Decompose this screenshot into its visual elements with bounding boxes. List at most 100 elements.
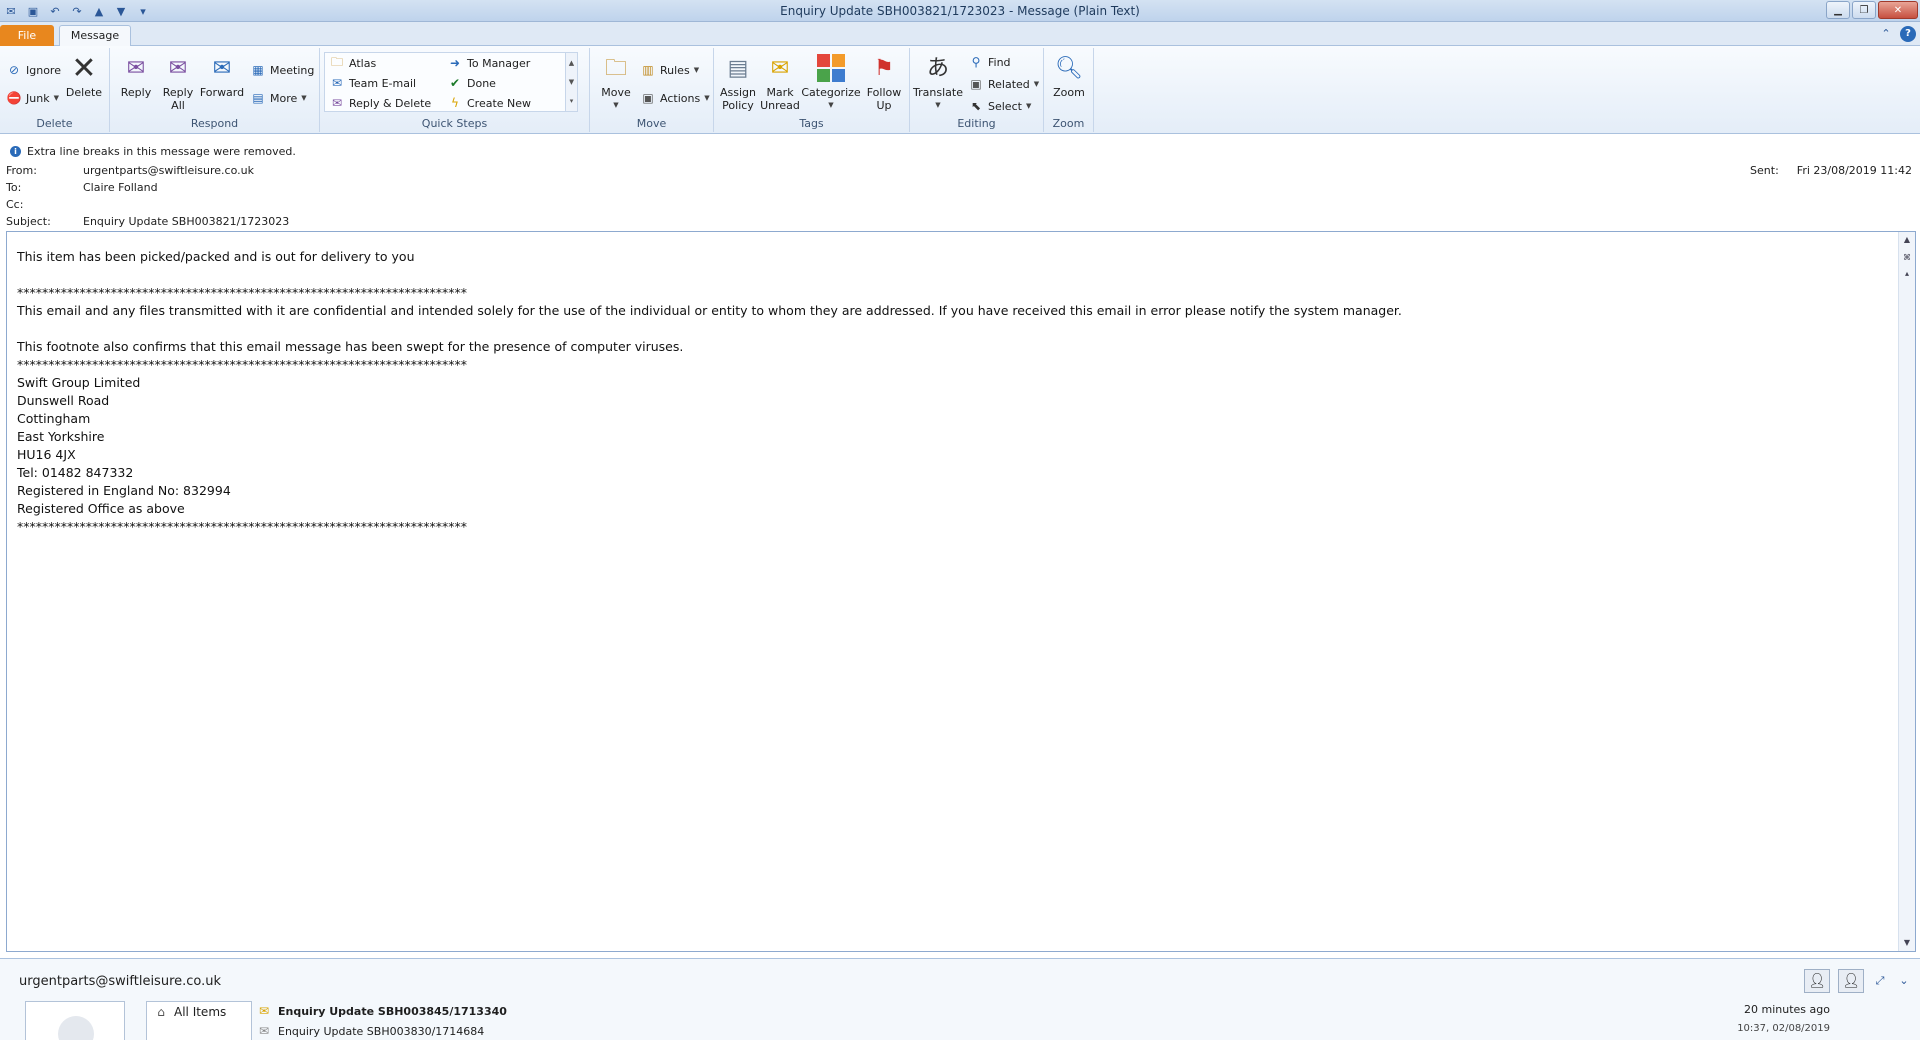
move-button[interactable]: 🗀 Move ▼ — [594, 52, 638, 112]
mark-label-2: Unread — [760, 99, 800, 112]
quick-step-label: Reply & Delete — [349, 96, 432, 110]
quick-step-team-email[interactable]: ✉ Team E-mail — [329, 73, 416, 93]
delete-button[interactable]: ✕ Delete — [62, 52, 106, 99]
reply-all-button[interactable]: ✉ Reply All — [156, 52, 200, 112]
group-tags: ▤ Assign Policy ✉ Mark Unread Categorize… — [714, 48, 910, 132]
categorize-button[interactable]: Categorize ▼ — [801, 52, 861, 112]
group-quick-steps: 🗀 Atlas ➜ To Manager ✉ Team E-mail ✔ Don… — [320, 48, 590, 132]
chevron-down-icon[interactable]: ⌄ — [1896, 973, 1912, 989]
vertical-scrollbar[interactable]: ▲ ⌘ ▴ ▼ — [1898, 232, 1915, 951]
people-pane: urgentparts@swiftleisure.co.uk ⌂ All Ite… — [0, 958, 1920, 1040]
list-item[interactable]: ✉ Enquiry Update SBH003845/1713340 — [256, 1002, 507, 1020]
help-icon[interactable]: ? — [1900, 26, 1916, 42]
body-line: This footnote also confirms that this em… — [17, 339, 684, 354]
follow-label-1: Follow — [866, 86, 902, 99]
all-items-filter[interactable]: ⌂ All Items — [147, 1002, 251, 1022]
scroll-up-small-icon[interactable]: ▴ — [1899, 266, 1915, 282]
body-line: ****************************************… — [17, 357, 467, 372]
body-line: Tel: 01482 847332 — [17, 465, 134, 480]
ignore-button[interactable]: ⊘ Ignore — [6, 60, 61, 80]
mark-unread-button[interactable]: ✉ Mark Unread — [758, 52, 802, 112]
move-label: Move — [601, 86, 631, 99]
chevron-down-icon: ▼ — [1025, 102, 1032, 110]
body-line: Cottingham — [17, 411, 91, 426]
calendar-icon: ▦ — [252, 63, 264, 77]
quick-step-to-manager[interactable]: ➜ To Manager — [447, 53, 530, 73]
from-value[interactable]: urgentparts@swiftleisure.co.uk — [83, 164, 254, 180]
message-body[interactable]: This item has been picked/packed and is … — [6, 231, 1916, 952]
tab-file[interactable]: File — [0, 25, 54, 46]
follow-up-button[interactable]: ⚑ Follow Up — [862, 52, 906, 112]
minimize-ribbon-icon[interactable]: ⌃ — [1878, 26, 1894, 42]
related-label: Related — [988, 77, 1030, 91]
restore-button[interactable]: ❐ — [1852, 1, 1876, 19]
zoom-button[interactable]: 🔍︎ Zoom — [1047, 52, 1091, 99]
assign-label-2: Policy — [722, 99, 754, 112]
people-pane-email[interactable]: urgentparts@swiftleisure.co.uk — [19, 974, 221, 989]
zoom-label: Zoom — [1053, 86, 1085, 99]
forward-button[interactable]: ✉ Forward — [200, 52, 244, 99]
bookmark-icon[interactable]: ⌘ — [1899, 250, 1915, 266]
expand-gallery-icon[interactable]: ▾ — [566, 97, 577, 105]
to-row: To: Claire Folland — [6, 181, 158, 197]
find-label: Find — [988, 55, 1011, 69]
more-icon: ▤ — [252, 91, 264, 105]
group-move: 🗀 Move ▼ ▥ Rules ▼ ▣ Actions ▼ Move — [590, 48, 714, 132]
lightning-icon: ϟ — [451, 96, 459, 110]
scroll-up-icon[interactable]: ▲ — [566, 59, 577, 67]
people-pane-controls: 👤︎ 👤︎ ⤢ ⌄ — [1804, 969, 1912, 993]
group-respond: ✉ Reply ✉ Reply All ✉ Forward ▦ Meeting … — [110, 48, 320, 132]
forward-icon: ✉ — [212, 55, 232, 81]
quick-steps-gallery: 🗀 Atlas ➜ To Manager ✉ Team E-mail ✔ Don… — [324, 52, 578, 112]
select-button[interactable]: ⬉ Select ▼ — [968, 96, 1031, 116]
group-label-tags: Tags — [799, 117, 824, 130]
expand-icon[interactable]: ⤢ — [1872, 973, 1888, 989]
tab-message[interactable]: Message — [59, 25, 131, 47]
scroll-up-icon[interactable]: ▲ — [1899, 232, 1915, 248]
scroll-down-icon[interactable]: ▼ — [1899, 935, 1915, 951]
actions-button[interactable]: ▣ Actions ▼ — [640, 88, 709, 108]
quick-step-label: Create New — [467, 96, 532, 110]
from-row: From: urgentparts@swiftleisure.co.uk — [6, 164, 254, 180]
group-label-quick-steps: Quick Steps — [421, 117, 488, 130]
chevron-down-icon: ▼ — [1033, 80, 1040, 88]
to-value[interactable]: Claire Folland — [83, 181, 158, 197]
sent-row: Sent: Fri 23/08/2019 11:42 — [1750, 164, 1912, 177]
item-subject: Enquiry Update SBH003830/1714684 — [278, 1024, 485, 1038]
chevron-down-icon: ▼ — [935, 101, 941, 109]
meeting-button[interactable]: ▦ Meeting — [250, 60, 314, 80]
list-item[interactable]: ✉ Enquiry Update SBH003830/1714684 — [256, 1022, 484, 1040]
quick-steps-scroll[interactable]: ▲ ▼ ▾ — [565, 53, 577, 111]
more-label: More — [270, 91, 298, 105]
scroll-down-icon[interactable]: ▼ — [566, 78, 577, 86]
reply-all-label-2: All — [171, 99, 185, 112]
body-line — [17, 266, 1887, 284]
quick-step-label: Done — [467, 76, 496, 90]
quick-step-atlas[interactable]: 🗀 Atlas — [329, 53, 376, 73]
quick-step-create-new[interactable]: ϟ Create New — [447, 93, 531, 113]
assign-policy-button[interactable]: ▤ Assign Policy — [716, 52, 760, 112]
translate-button[interactable]: あ Translate ▼ — [912, 52, 964, 112]
close-button[interactable]: ✕ — [1878, 1, 1918, 19]
item-subject: Enquiry Update SBH003845/1713340 — [278, 1004, 507, 1018]
find-button[interactable]: ⚲ Find — [968, 52, 1011, 72]
body-line: East Yorkshire — [17, 429, 105, 444]
person-icon[interactable]: 👤︎ — [1804, 969, 1830, 993]
body-line: Registered Office as above — [17, 501, 185, 516]
rules-button[interactable]: ▥ Rules ▼ — [640, 60, 699, 80]
info-bar[interactable]: i Extra line breaks in this message were… — [0, 143, 296, 159]
minimize-button[interactable]: ▁ — [1826, 1, 1850, 19]
person-photo-icon[interactable]: 👤︎ — [1838, 969, 1864, 993]
from-label: From: — [6, 164, 37, 177]
quick-step-done[interactable]: ✔ Done — [447, 73, 496, 93]
subject-row: Subject: Enquiry Update SBH003821/172302… — [6, 215, 289, 231]
junk-button[interactable]: ⛔ Junk ▼ — [6, 88, 59, 108]
body-line — [17, 320, 1887, 338]
quick-step-reply-delete[interactable]: ✉ Reply & Delete — [329, 93, 431, 113]
related-button[interactable]: ▣ Related ▼ — [968, 74, 1039, 94]
all-items-label: All Items — [174, 1005, 227, 1019]
group-delete: ⊘ Ignore ⛔ Junk ▼ ✕ Delete Delete — [0, 48, 110, 132]
reply-button[interactable]: ✉ Reply — [114, 52, 158, 99]
more-button[interactable]: ▤ More ▼ — [250, 88, 306, 108]
item-time: 10:37, 02/08/2019 — [1737, 1023, 1830, 1034]
